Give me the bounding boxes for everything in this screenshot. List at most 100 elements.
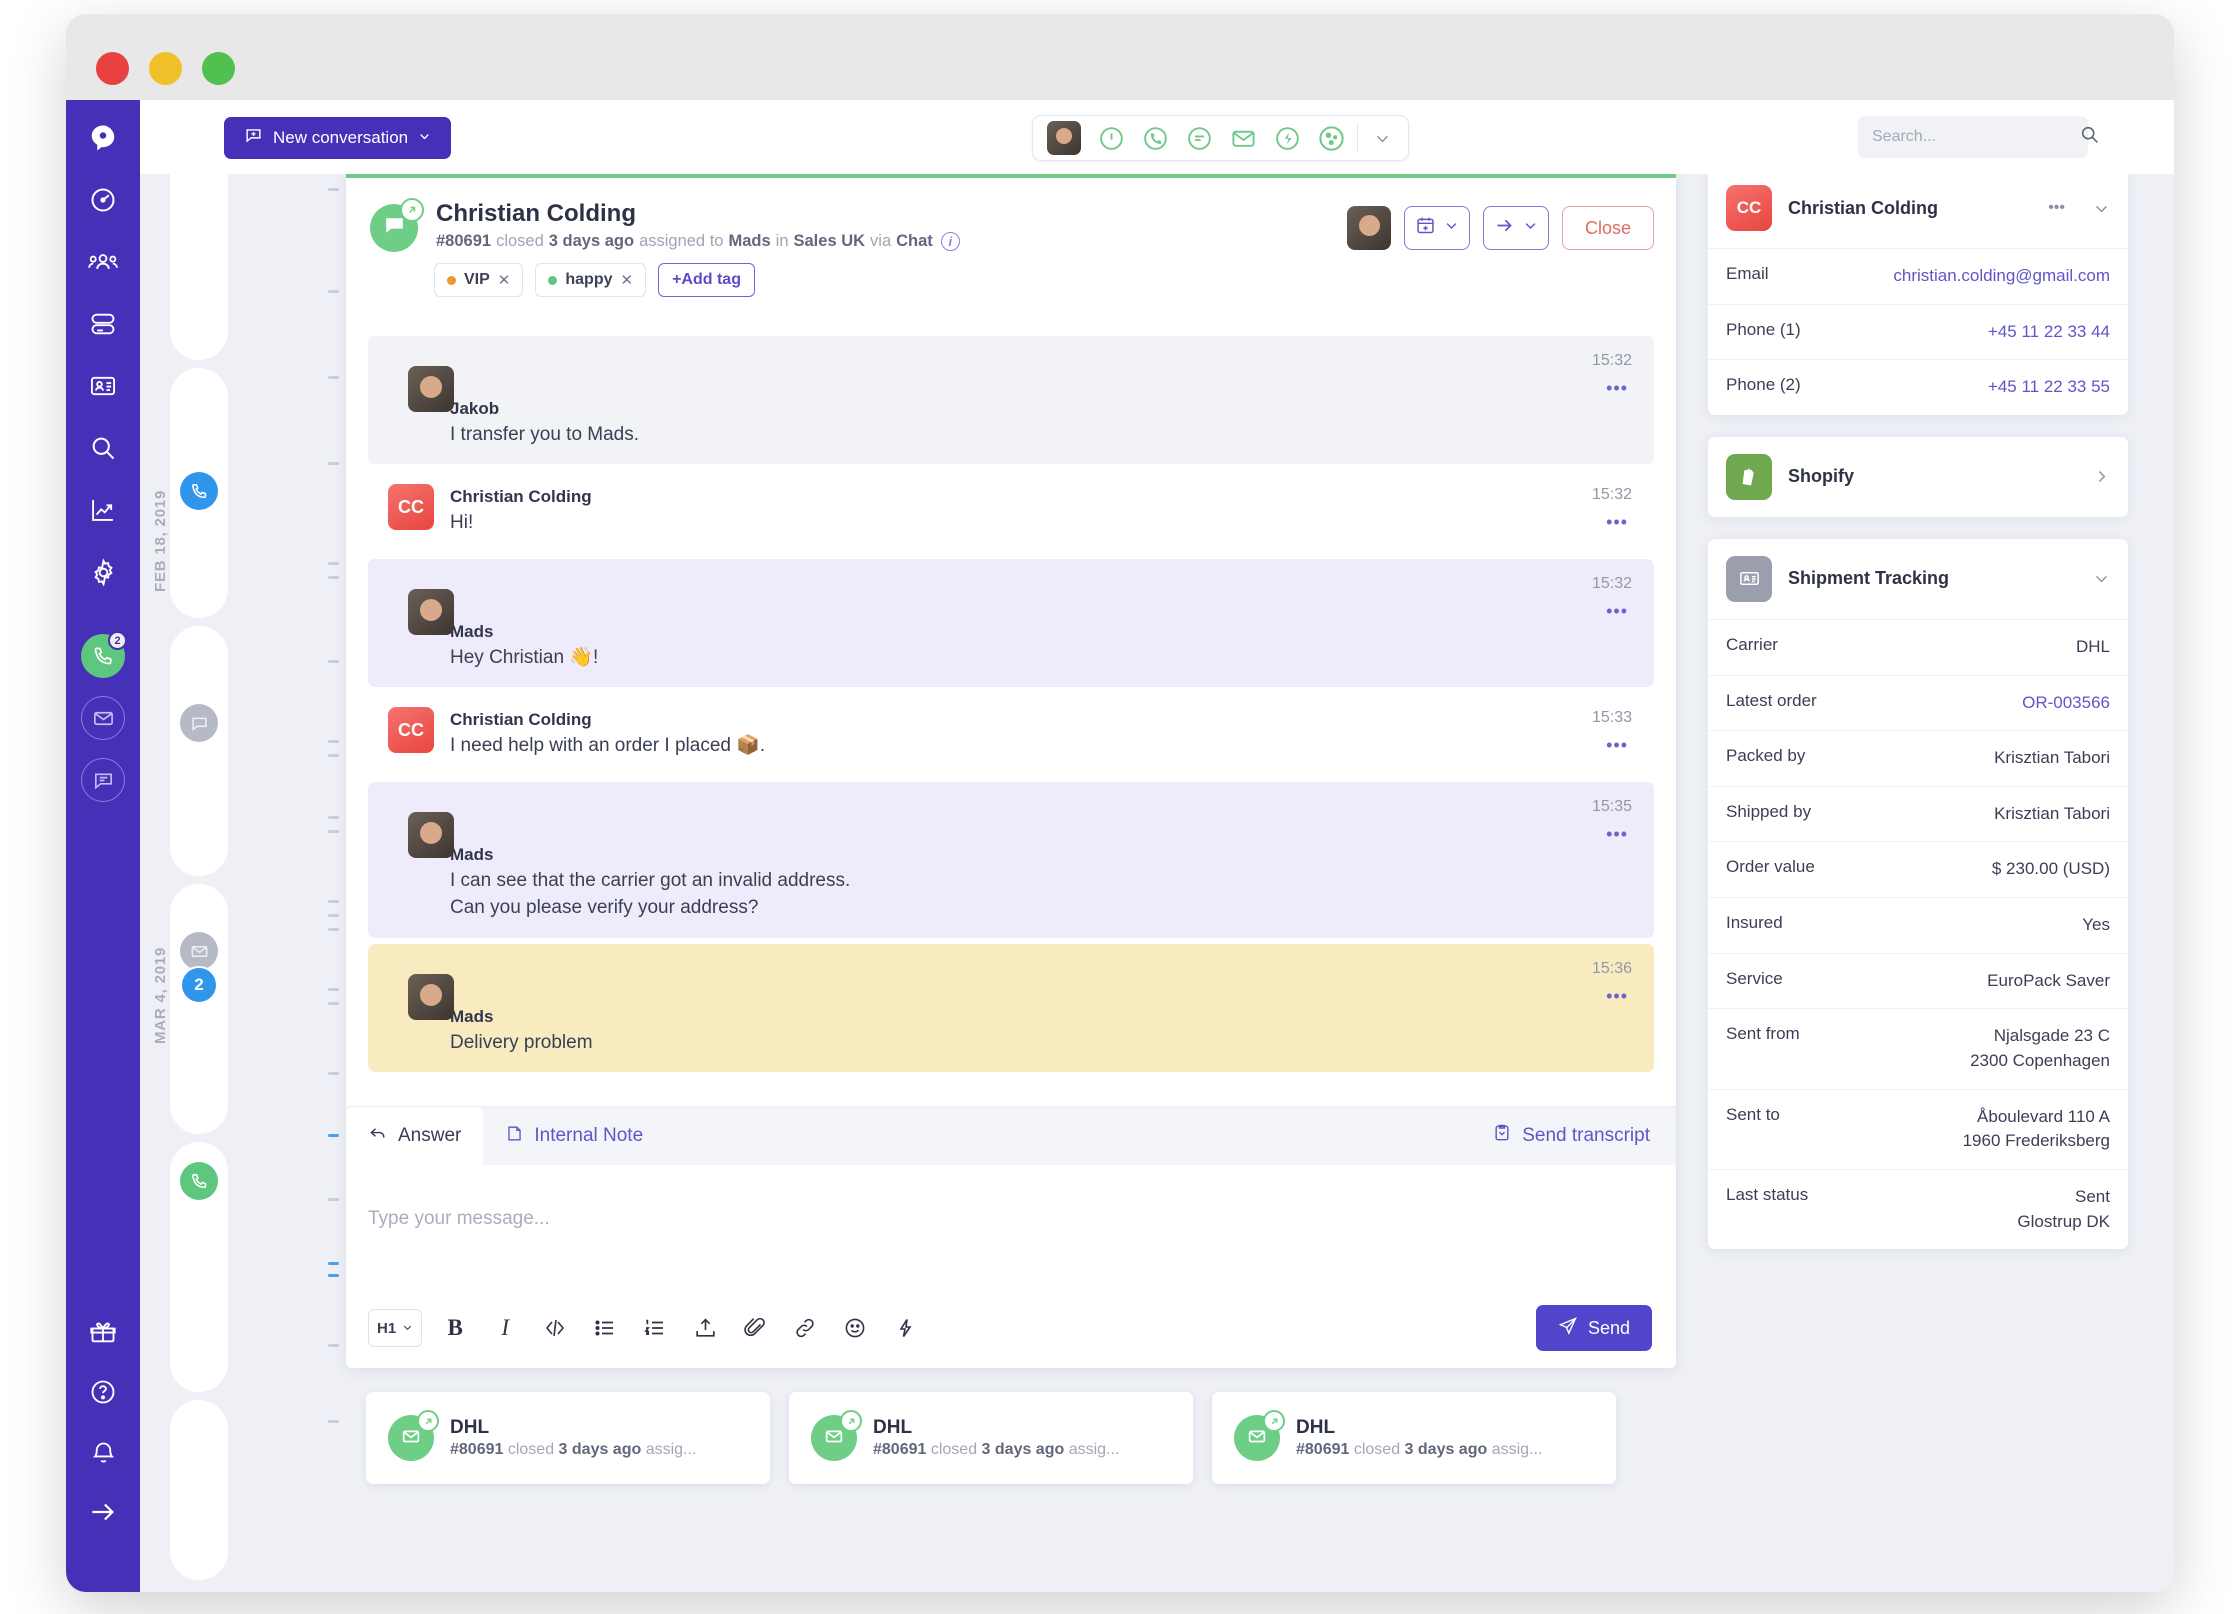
italic-button[interactable]: I (488, 1311, 522, 1345)
sidebar-item-teams[interactable] (79, 238, 127, 286)
phone-channel-button[interactable]: 2 (81, 631, 127, 678)
mini-avatar-chat[interactable] (180, 704, 218, 742)
bulleted-list-button[interactable] (588, 1311, 622, 1345)
row-key: Latest order (1726, 690, 1817, 710)
conversation-card[interactable]: DHL #80691 closed 3 days ago assig... (789, 1392, 1193, 1484)
info-icon[interactable]: i (940, 232, 960, 251)
heading-select[interactable]: H1 (368, 1309, 423, 1347)
message-row[interactable]: Mads Hey Christian 👋! 15:32 ••• (368, 558, 1654, 688)
message-row[interactable]: Mads I can see that the carrier got an i… (368, 781, 1654, 938)
agent-avatar[interactable] (1047, 121, 1081, 155)
chat-channel-button[interactable] (81, 758, 125, 802)
window-minimize-button[interactable] (149, 52, 182, 85)
tab-answer-label: Answer (398, 1125, 462, 1146)
send-button[interactable]: Send (1535, 1305, 1652, 1351)
social-circle-icon[interactable] (1309, 118, 1353, 158)
mini-conversation-card[interactable] (170, 626, 228, 876)
message-row[interactable]: Jakob I transfer you to Mads. 15:32 ••• (368, 336, 1654, 465)
more-icon[interactable]: ••• (2048, 199, 2065, 217)
mini-avatar-phone[interactable] (180, 1162, 218, 1200)
schedule-button[interactable] (1403, 206, 1470, 250)
add-tag-button[interactable]: +Add tag (658, 263, 755, 297)
chevron-down-icon[interactable] (1362, 118, 1402, 158)
mini-avatar-phone[interactable] (180, 472, 218, 510)
attachment-button[interactable] (738, 1311, 772, 1345)
mini-avatar-mail[interactable] (180, 932, 218, 970)
stack-icon (89, 310, 117, 338)
chevron-down-icon (418, 128, 431, 148)
assignee-avatar[interactable] (1346, 206, 1391, 250)
sidebar-item-phone[interactable]: 2 (79, 631, 127, 680)
conversation-card[interactable]: DHL #80691 closed 3 days ago assig... (1212, 1392, 1616, 1484)
sidebar-item-help[interactable] (79, 1368, 127, 1416)
tab-internal-note[interactable]: Internal Note (483, 1107, 665, 1165)
link-button[interactable] (788, 1311, 822, 1345)
more-icon[interactable]: ••• (1606, 735, 1628, 756)
pause-circle-icon[interactable] (1089, 118, 1133, 158)
message-input[interactable] (368, 1189, 1368, 1249)
lightning-circle-icon[interactable] (1265, 118, 1309, 158)
email-channel-button[interactable] (81, 696, 125, 740)
sidebar-item-queues[interactable] (79, 300, 127, 348)
emoji-button[interactable] (838, 1311, 872, 1345)
shopify-card[interactable]: Shopify (1708, 436, 2128, 517)
close-icon[interactable]: ✕ (498, 271, 511, 289)
message-row[interactable]: CC Christian Colding I need help with an… (368, 693, 1654, 776)
upload-button[interactable] (688, 1311, 722, 1345)
mail-icon[interactable] (1221, 118, 1265, 158)
sidebar-item-statistics[interactable] (79, 486, 127, 534)
more-icon[interactable]: ••• (1606, 378, 1628, 399)
sidebar-item-gifts[interactable] (79, 1308, 127, 1356)
message-row[interactable]: CC Christian Colding Hi! 15:32 ••• (368, 470, 1654, 553)
more-icon[interactable]: ••• (1606, 986, 1628, 1007)
send-transcript-button[interactable]: Send transcript (1492, 1107, 1650, 1165)
sidebar-item-notifications[interactable] (79, 1428, 127, 1476)
bold-button[interactable]: B (438, 1311, 472, 1345)
close-icon[interactable]: ✕ (621, 271, 634, 289)
phone-circle-icon[interactable] (1133, 118, 1177, 158)
window-close-button[interactable] (96, 52, 129, 85)
shortcut-button[interactable] (888, 1311, 922, 1345)
tab-answer[interactable]: Answer (346, 1107, 484, 1165)
more-icon[interactable]: ••• (1606, 601, 1628, 622)
search-input[interactable] (1872, 128, 2079, 146)
row-value-line2: Glostrup DK (2017, 1211, 2110, 1231)
card-tail: assig... (1068, 1441, 1120, 1458)
sidebar-item-search[interactable] (79, 424, 127, 472)
row-value[interactable]: +45 11 22 33 55 (1988, 375, 2110, 400)
row-value[interactable]: OR-003566 (2022, 691, 2110, 716)
sidebar-item-collapse[interactable] (79, 1488, 127, 1536)
divider (1357, 123, 1358, 153)
chevron-down-icon[interactable] (2093, 200, 2110, 217)
window-maximize-button[interactable] (202, 52, 235, 85)
new-conversation-button[interactable]: New conversation (224, 117, 452, 159)
chevron-right-icon[interactable] (2093, 468, 2110, 485)
forward-button[interactable] (1482, 206, 1549, 250)
search-icon[interactable] (2079, 124, 2100, 150)
row-value[interactable]: +45 11 22 33 44 (1988, 320, 2110, 345)
sidebar-item-email[interactable] (79, 694, 127, 742)
tag-happy[interactable]: happy ✕ (535, 263, 647, 297)
sidebar-item-contacts[interactable] (79, 362, 127, 410)
more-icon[interactable]: ••• (1606, 512, 1628, 533)
mini-conversation-card[interactable] (170, 1400, 228, 1580)
shopify-card-header[interactable]: Shopify (1708, 437, 2128, 517)
search-box[interactable] (1858, 116, 2098, 158)
sidebar-item-settings[interactable] (79, 548, 127, 596)
chevron-down-icon[interactable] (2093, 570, 2110, 587)
sidebar-item-chat[interactable] (79, 756, 127, 804)
message-row[interactable]: Mads Delivery problem 15:36 ••• (368, 943, 1654, 1073)
mini-conversation-card[interactable] (170, 884, 228, 1134)
row-value[interactable]: christian.colding@gmail.com (1893, 264, 2110, 289)
code-button[interactable] (538, 1311, 572, 1345)
conversation-card[interactable]: DHL #80691 closed 3 days ago assig... (366, 1392, 770, 1484)
chat-circle-icon[interactable] (1177, 118, 1221, 158)
numbered-list-button[interactable] (638, 1311, 672, 1345)
message-time: 15:33 (1591, 709, 1632, 727)
more-icon[interactable]: ••• (1606, 824, 1628, 845)
sidebar-item-dashboard[interactable] (79, 176, 127, 224)
sidebar-item-logo[interactable] (79, 114, 127, 162)
conversation-mini-list[interactable]: 2 FEB 18, 2019 MAR 4, 2019 (140, 100, 230, 1592)
tag-vip[interactable]: VIP ✕ (434, 263, 524, 297)
close-conversation-button[interactable]: Close (1561, 206, 1654, 250)
